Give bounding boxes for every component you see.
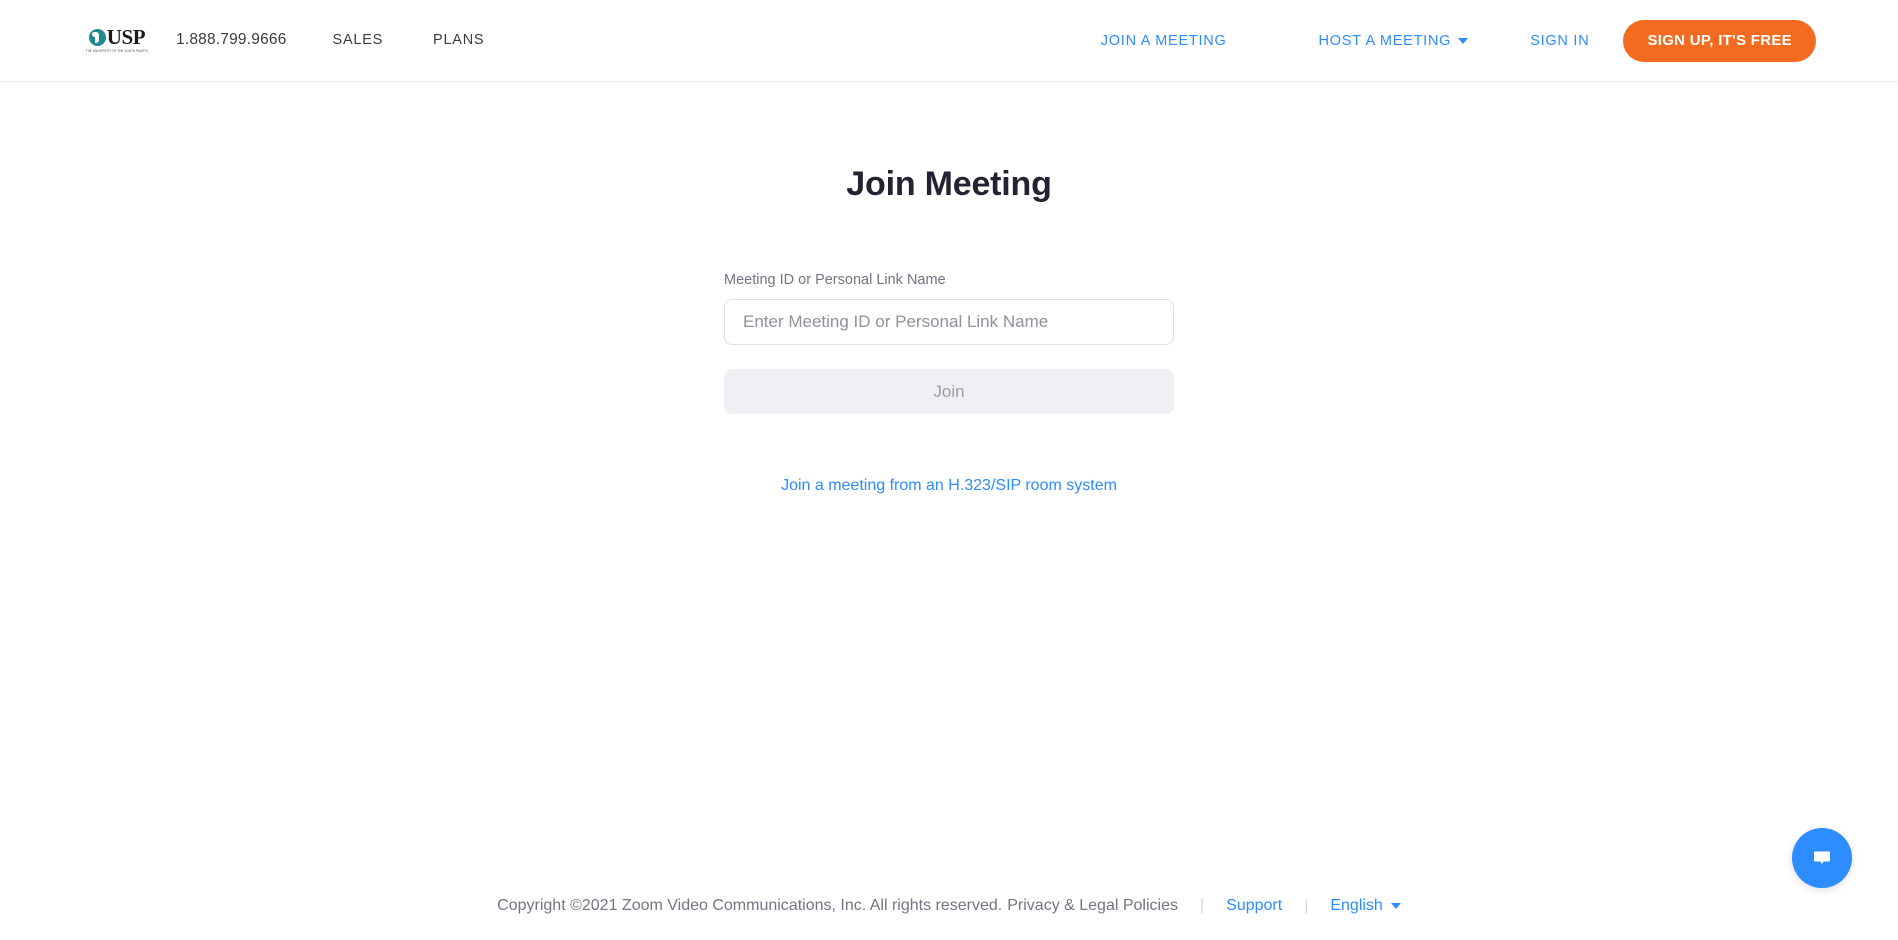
nav-item-plans[interactable]: PLANS — [433, 32, 484, 48]
sip-link-container: Join a meeting from an H.323/SIP room sy… — [0, 414, 1898, 495]
sign-up-button[interactable]: SIGN UP, IT'S FREE — [1623, 19, 1816, 62]
nav-host-a-meeting-label: HOST A MEETING — [1318, 32, 1452, 49]
chevron-down-icon — [1458, 37, 1469, 44]
chat-support-button[interactable] — [1792, 828, 1852, 888]
support-link[interactable]: Support — [1226, 897, 1282, 915]
chevron-down-icon — [1390, 903, 1401, 909]
h323-sip-room-system-link[interactable]: Join a meeting from an H.323/SIP room sy… — [781, 477, 1117, 494]
nav-item-sales[interactable]: SALES — [333, 32, 384, 48]
language-label: English — [1330, 897, 1383, 914]
logo-wordmark: USP — [106, 24, 146, 49]
logo-main: USP — [88, 24, 146, 49]
footer-separator-1: | — [1199, 897, 1205, 914]
meeting-id-input[interactable] — [724, 299, 1174, 345]
usp-emblem-icon — [88, 28, 106, 46]
logo-subtitle: THE UNIVERSITY OF THE SOUTH PACIFIC — [85, 48, 149, 54]
site-header: USP THE UNIVERSITY OF THE SOUTH PACIFIC … — [0, 0, 1898, 82]
meeting-id-label: Meeting ID or Personal Link Name — [724, 272, 946, 288]
nav-sign-in[interactable]: SIGN IN — [1530, 33, 1589, 49]
usp-logo[interactable]: USP THE UNIVERSITY OF THE SOUTH PACIFIC — [85, 24, 149, 54]
chat-bubble-icon — [1814, 851, 1830, 865]
page-title: Join Meeting — [846, 165, 1052, 203]
nav-host-a-meeting[interactable]: HOST A MEETING — [1319, 33, 1469, 49]
phone-number[interactable]: 1.888.799.9666 — [176, 31, 287, 49]
privacy-legal-policies-link[interactable]: Privacy & Legal Policies — [1007, 897, 1178, 915]
footer-separator-2: | — [1304, 897, 1309, 914]
nav-join-a-meeting[interactable]: JOIN A MEETING — [1101, 33, 1227, 49]
header-right-group: JOIN A MEETING HOST A MEETING SIGN IN SI… — [1101, 19, 1816, 62]
site-footer: Copyright ©2021 Zoom Video Communication… — [0, 872, 1898, 940]
copyright-text: Copyright ©2021 Zoom Video Communication… — [497, 897, 1003, 914]
language-selector[interactable]: English — [1330, 897, 1401, 915]
join-meeting-form: Meeting ID or Personal Link Name Join — [724, 204, 1174, 414]
header-left-group: USP THE UNIVERSITY OF THE SOUTH PACIFIC … — [85, 24, 534, 54]
main-content: Join Meeting Meeting ID or Personal Link… — [0, 82, 1898, 872]
join-button[interactable]: Join — [724, 369, 1174, 414]
